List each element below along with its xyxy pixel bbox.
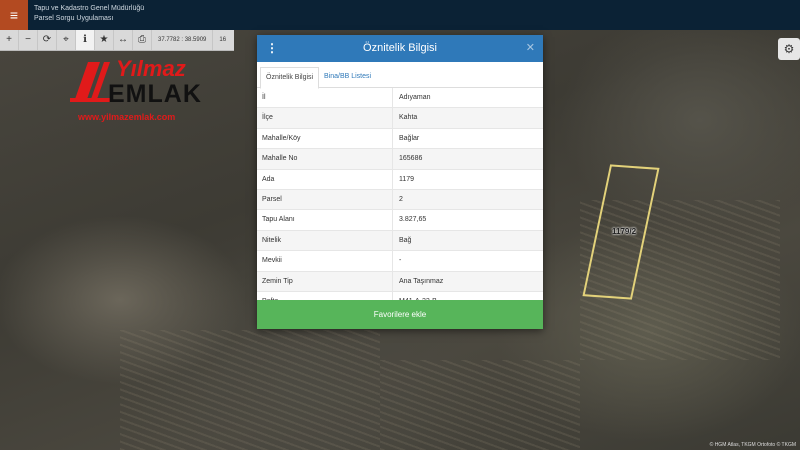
row-value: -: [399, 257, 402, 265]
measure-button[interactable]: ↔: [114, 30, 133, 50]
modal-title: Öznitelik Bilgisi: [363, 42, 437, 54]
info-button[interactable]: ℹ: [76, 30, 95, 50]
table-row: Mahalle/Köy Bağlar: [257, 128, 543, 150]
row-key: Mahalle/Köy: [257, 128, 393, 149]
table-row: İl Adıyaman: [257, 88, 543, 109]
refresh-icon: ⟳: [42, 34, 52, 45]
favorites-button[interactable]: ★: [95, 30, 114, 50]
table-row: Mahalle No 165686: [257, 149, 543, 170]
info-icon: ℹ: [83, 34, 87, 45]
row-key: Mevkii: [257, 251, 393, 271]
row-value: Bağ: [399, 236, 412, 244]
coordinate-readout: 37.7782 : 38.5909: [152, 30, 214, 50]
gear-icon: ⚙: [783, 42, 795, 56]
locate-button[interactable]: ⌖: [57, 30, 76, 50]
attribute-table: İl Adıyaman İlçe Kahta Mahalle/Köy Bağlar M…: [257, 88, 543, 313]
row-value: 3.827,65: [399, 216, 427, 224]
print-icon: ⎙: [138, 34, 146, 45]
tab-building-list[interactable]: Bina/BB Listesi: [319, 67, 376, 87]
refresh-button[interactable]: ⟳: [38, 30, 57, 50]
row-value: Adıyaman: [399, 94, 431, 101]
star-icon: ★: [99, 34, 109, 45]
row-key: İl: [257, 88, 393, 108]
row-key: Tapu Alanı: [257, 210, 393, 230]
plus-icon: +: [6, 34, 12, 45]
app-header: ≡ Tapu ve Kadastro Genel Müdürlüğü Parse…: [0, 0, 800, 30]
row-value: Bağlar: [399, 134, 420, 142]
add-to-favorites-button[interactable]: Favorilere ekle: [257, 300, 543, 329]
row-value: 2: [399, 195, 403, 203]
map-field: [380, 360, 580, 450]
row-key: Zemin Tip: [257, 271, 393, 291]
row-key: Mahalle No: [257, 149, 393, 169]
app-title: Tapu ve Kadastro Genel Müdürlüğü Parsel …: [34, 4, 144, 24]
parcel-label: 1179/2: [612, 227, 637, 236]
zoom-in-button[interactable]: +: [0, 30, 19, 50]
row-value: 165686: [399, 155, 423, 163]
map-credit: © HGM Atlas, TKGM Ortofoto © TKGM: [709, 442, 796, 448]
row-key: Ada: [257, 169, 393, 189]
row-key: Nitelik: [257, 230, 393, 251]
modal-tabs: Öznitelik Bilgisi Bina/BB Listesi: [257, 62, 543, 89]
table-row: Tapu Alanı 3.827,65: [257, 210, 543, 231]
logo-url: www.yilmazemlak.com: [78, 112, 176, 122]
logo-brand-bottom: EMLAK: [108, 80, 202, 108]
settings-button[interactable]: ⚙: [778, 38, 800, 60]
logo-brand-top: Yılmaz: [116, 56, 186, 81]
table-row: Nitelik Bağ: [257, 230, 543, 252]
table-row: Ada 1179: [257, 169, 543, 190]
measure-icon: ↔: [118, 34, 128, 45]
print-button[interactable]: ⎙: [133, 30, 152, 50]
table-row: Zemin Tip Ana Taşınmaz: [257, 271, 543, 292]
modal-header: ⋮ Öznitelik Bilgisi ✕: [257, 35, 543, 62]
table-row: İlçe Kahta: [257, 108, 543, 129]
app-title-line2: Parsel Sorgu Uygulaması: [34, 15, 114, 22]
tab-attribute-info[interactable]: Öznitelik Bilgisi: [260, 67, 320, 89]
map-field: [120, 330, 380, 450]
menu-button[interactable]: ≡: [0, 0, 28, 30]
watermark-logo: Yılmaz EMLAK www.yilmazemlak.com: [70, 54, 202, 124]
minus-icon: −: [25, 34, 31, 45]
map-toolbar: + − ⟳ ⌖ ℹ ★ ↔ ⎙ 37.7782 : 38.5909 16: [0, 30, 234, 51]
table-row: Parsel 2: [257, 189, 543, 211]
attribute-info-modal: ⋮ Öznitelik Bilgisi ✕ Öznitelik Bilgisi …: [257, 35, 543, 329]
zoom-level: 16: [219, 37, 227, 43]
hamburger-icon: ≡: [9, 7, 19, 23]
zoom-out-button[interactable]: −: [19, 30, 38, 50]
row-value: Ana Taşınmaz: [399, 277, 444, 285]
row-key: Parsel: [257, 189, 393, 210]
row-key: İlçe: [257, 108, 393, 128]
row-value: 1179: [399, 175, 415, 183]
house-logo-icon: [70, 62, 112, 102]
app-title-line1: Tapu ve Kadastro Genel Müdürlüğü: [34, 5, 145, 12]
table-row: Mevkii -: [257, 251, 543, 272]
row-value: Kahta: [399, 114, 418, 122]
locate-icon: ⌖: [63, 34, 69, 45]
close-icon[interactable]: ✕: [526, 35, 535, 62]
